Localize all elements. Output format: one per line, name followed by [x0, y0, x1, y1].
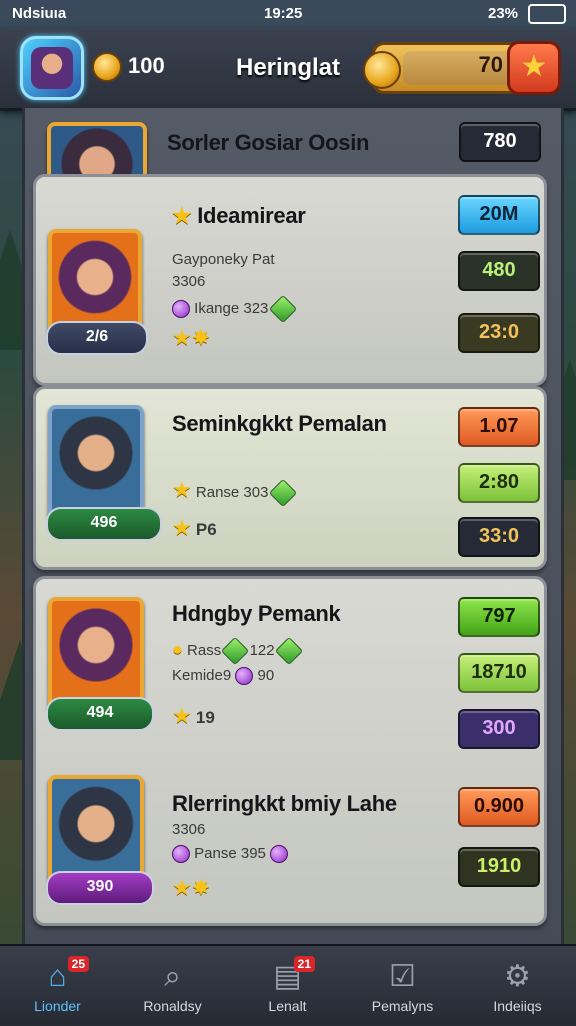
battery-label: 23% [488, 5, 519, 22]
leaf-gem-icon [268, 478, 297, 508]
tab-label: Indeiiqs [493, 998, 542, 1014]
hero-name: Sorler Gosiar Oosin [167, 130, 370, 155]
score-pill: 0.900 [458, 787, 540, 827]
hero-name: Seminkgkkt Pemalan [172, 411, 387, 436]
score-pill: 1910 [458, 847, 540, 887]
score-pill: 18710 [458, 653, 540, 693]
score-pill: 33:0 [458, 517, 540, 557]
battery-icon [528, 4, 566, 24]
hero-stars: ★✸ [172, 325, 210, 351]
star-icon: ★ [172, 515, 192, 540]
level-badge: 496 [46, 507, 162, 541]
hero-rank: 3306 [172, 821, 206, 838]
purple-gem-icon [270, 845, 289, 864]
tab-home[interactable]: ⌂ 25 Lionder [0, 946, 115, 1026]
tab-label: Ronaldsy [143, 998, 202, 1014]
hero-guild: Gayponeky Pat [172, 251, 275, 268]
tab-inbox[interactable]: ▤ 21 Lenalt [230, 946, 345, 1026]
rank-star-icon: ★ [172, 203, 192, 228]
settings-icon: ⚙ [504, 960, 531, 993]
hero-stars: ★✸ [172, 875, 210, 901]
gem-icon [172, 845, 190, 864]
gold-balance[interactable]: 70 ★ [363, 41, 561, 95]
score-pill: 20M [458, 195, 540, 235]
score-pill: 23:0 [458, 313, 540, 353]
search-icon: ⌕ [164, 960, 181, 993]
hero-stats: ● Rass 122 [172, 636, 303, 666]
star-icon: ★ [172, 325, 192, 350]
star-icon: ★ [172, 703, 192, 728]
hero-stars: ★ 19 [172, 703, 215, 728]
gem-icon [235, 667, 254, 686]
score-pill: 480 [458, 251, 540, 291]
tab-search[interactable]: ⌕ Ronaldsy [115, 946, 230, 1026]
leaderboard-card[interactable]: 496 Seminkgkkt Pemalan ★ Ranse 303 ★ P6 … [33, 386, 547, 570]
hero-stats: ★ Ranse 303 [172, 477, 297, 508]
hero-stats: Ikange 323 [172, 294, 297, 324]
gem-icon [172, 300, 190, 318]
leaderboard-card-group[interactable]: 494 Hdngby Pemank ● Rass 122 Kemide9 90 … [33, 576, 547, 926]
leaderboard-card[interactable]: 2/6 ★ Ideamirear Gayponeky Pat 3306 Ikan… [33, 174, 547, 386]
hero-rank: 3306 [172, 273, 206, 290]
hero-stars: ★ P6 [172, 515, 217, 540]
checkbox-icon: ☑ [389, 960, 416, 993]
star-icon: ★ [172, 477, 192, 502]
gold-amount: 70 [403, 51, 511, 85]
tab-label: Lenalt [268, 998, 307, 1014]
score-pill: 2:80 [458, 463, 540, 503]
hero-portrait [48, 405, 144, 523]
carrier-label: Ndsiuıa [12, 5, 67, 22]
notification-badge: 25 [67, 956, 89, 972]
gold-coin-icon [363, 51, 401, 89]
hero-stats: Panse 395 [172, 845, 289, 864]
status-bar: Ndsiuıa 19:25 23% [0, 0, 576, 28]
level-badge: 2/6 [46, 321, 148, 355]
score-pill: 780 [459, 122, 541, 162]
clock-label: 19:25 [264, 5, 303, 22]
star-shop-button[interactable]: ★ [507, 41, 561, 95]
drop-icon: ● [172, 639, 183, 659]
bottom-tab-bar: ⌂ 25 Lionder ⌕ Ronaldsy ▤ 21 Lenalt ☑ Pe… [0, 944, 576, 1026]
notification-badge: 21 [293, 956, 315, 972]
leaf-gem-icon [268, 294, 297, 324]
star-icon: ✸ [191, 325, 211, 350]
tab-tasks[interactable]: ☑ Pemalyns [345, 946, 460, 1026]
hero-name: Rlerringkkt bmiy Lahe [172, 791, 397, 816]
tab-label: Pemalyns [371, 998, 434, 1014]
hero-name: Hdngby Pemank [172, 601, 341, 626]
score-pill: 1.07 [458, 407, 540, 447]
leaderboard-panel: Sorler Gosiar Oosin 780 2/6 ★ Ideamirear… [22, 108, 564, 950]
score-pill: 300 [458, 709, 540, 749]
hero-rank: Kemide9 90 [172, 667, 275, 686]
score-pill: 797 [458, 597, 540, 637]
star-icon: ✸ [191, 875, 211, 900]
level-badge: 494 [46, 697, 154, 731]
tab-settings[interactable]: ⚙ Indeiiqs [460, 946, 575, 1026]
top-bar: 100 Heringlat 70 ★ [0, 28, 576, 111]
hero-name: ★ Ideamirear [172, 203, 306, 228]
star-gem-icon [221, 636, 250, 666]
level-badge: 390 [46, 871, 154, 905]
tab-label: Lionder [34, 998, 81, 1014]
star-icon: ★ [172, 875, 192, 900]
leaf-gem-icon [274, 636, 303, 666]
